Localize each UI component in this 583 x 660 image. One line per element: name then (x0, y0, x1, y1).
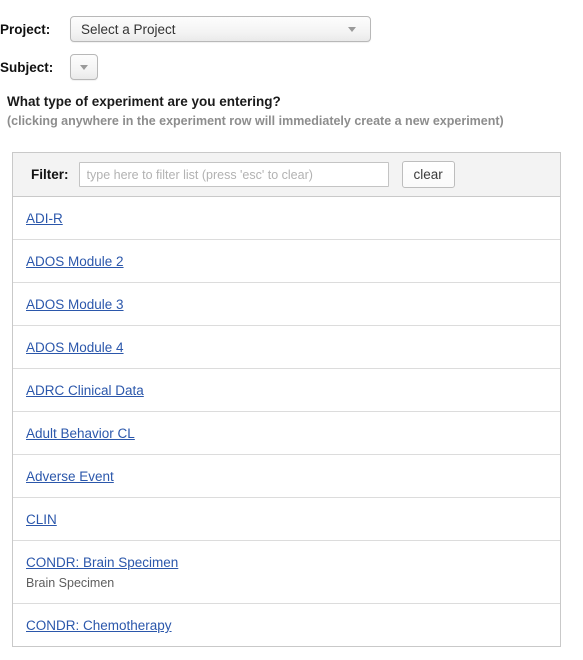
experiment-link[interactable]: CONDR: Brain Specimen (26, 555, 178, 570)
project-label: Project: (0, 21, 51, 37)
list-item[interactable]: Adverse Event (13, 455, 560, 498)
list-item[interactable]: CONDR: Chemotherapy (13, 604, 560, 646)
page-title: What type of experiment are you entering… (7, 94, 281, 109)
experiment-link[interactable]: CLIN (26, 512, 57, 527)
list-item[interactable]: ADOS Module 4 (13, 326, 560, 369)
project-select[interactable]: Select a Project (70, 16, 371, 42)
experiment-link[interactable]: ADI-R (26, 211, 63, 226)
experiment-link[interactable]: Adult Behavior CL (26, 426, 135, 441)
experiment-link[interactable]: ADOS Module 4 (26, 340, 124, 355)
list-item[interactable]: Adult Behavior CL (13, 412, 560, 455)
page-subtitle: (clicking anywhere in the experiment row… (7, 114, 504, 128)
project-select-value: Select a Project (81, 21, 176, 37)
chevron-down-icon (80, 64, 88, 70)
list-item[interactable]: CONDR: Brain Specimen Brain Specimen (13, 541, 560, 604)
experiment-link[interactable]: CONDR: Chemotherapy (26, 618, 172, 633)
experiment-link[interactable]: Adverse Event (26, 469, 114, 484)
list-item[interactable]: ADOS Module 3 (13, 283, 560, 326)
experiment-panel: Filter: clear ADI-R ADOS Module 2 ADOS M… (12, 152, 561, 647)
experiment-description: Brain Specimen (26, 576, 115, 590)
subject-label: Subject: (0, 59, 54, 75)
list-item[interactable]: ADRC Clinical Data (13, 369, 560, 412)
subject-select[interactable] (70, 54, 98, 80)
selection-form: Project: Select a Project Subject: (0, 0, 583, 82)
experiment-link[interactable]: ADRC Clinical Data (26, 383, 144, 398)
list-item[interactable]: CLIN (13, 498, 560, 541)
chevron-down-icon (348, 27, 356, 32)
list-item[interactable]: ADI-R (13, 197, 560, 240)
experiment-headings: What type of experiment are you entering… (0, 94, 583, 128)
subject-row: Subject: (0, 52, 583, 82)
experiment-list: ADI-R ADOS Module 2 ADOS Module 3 ADOS M… (13, 197, 560, 646)
experiment-link[interactable]: ADOS Module 2 (26, 254, 124, 269)
filter-bar: Filter: clear (13, 153, 560, 197)
project-row: Project: Select a Project (0, 14, 583, 44)
clear-button[interactable]: clear (401, 161, 455, 188)
filter-input[interactable] (78, 162, 389, 187)
experiment-link[interactable]: ADOS Module 3 (26, 297, 124, 312)
list-item[interactable]: ADOS Module 2 (13, 240, 560, 283)
filter-label: Filter: (31, 167, 69, 182)
